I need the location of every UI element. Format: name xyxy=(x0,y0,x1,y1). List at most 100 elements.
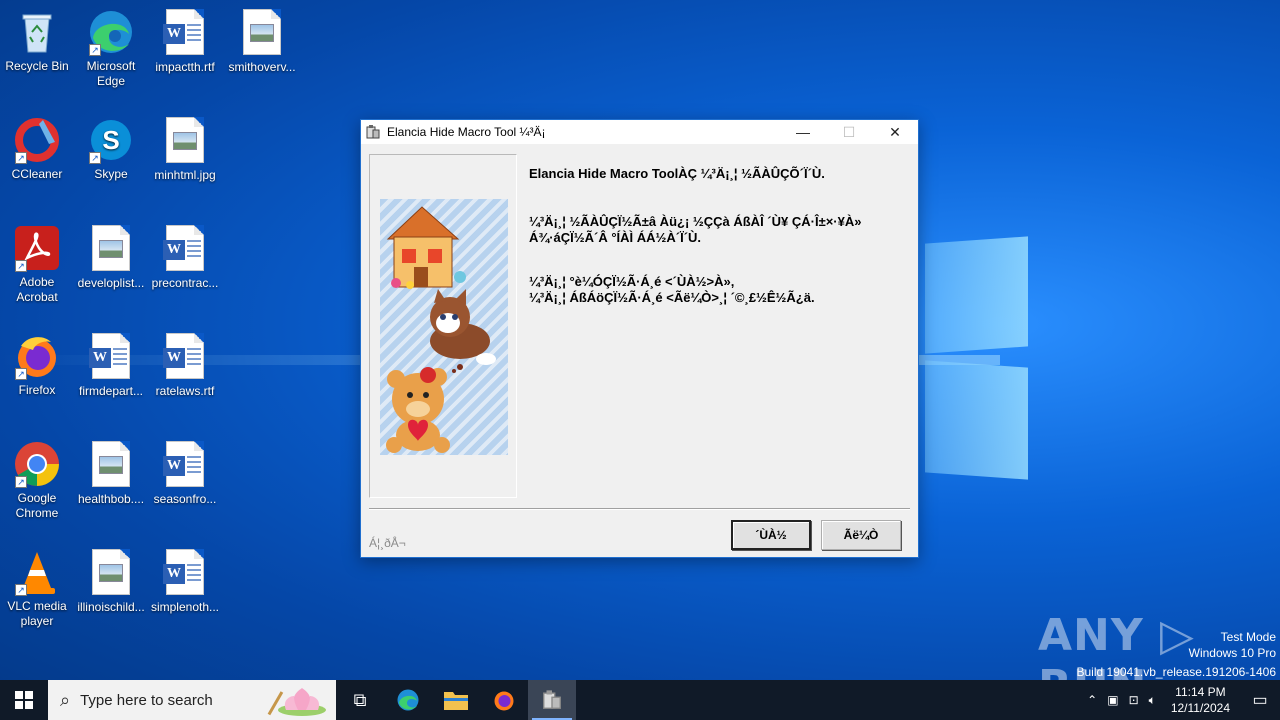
taskbar-edge[interactable] xyxy=(384,680,432,720)
network-icon[interactable]: ⊡ xyxy=(1124,693,1144,707)
windows-edition-label: Windows 10 Pro xyxy=(1188,646,1276,660)
desktop-icon-label: VLC media player xyxy=(7,599,67,628)
search-placeholder: Type here to search xyxy=(80,691,213,709)
chrome-icon: ↗ xyxy=(13,440,61,488)
dialog-titlebar[interactable]: Elancia Hide Macro Tool ¼³Ä¡ — ☐ ✕ xyxy=(361,120,918,144)
dialog-title: Elancia Hide Macro Tool ¼³Ä¡ xyxy=(387,125,546,139)
maximize-button[interactable]: ☐ xyxy=(826,120,872,144)
desktop-icon-label: precontrac... xyxy=(151,276,219,290)
system-tray: ⌃ ▣ ⊡ 🔈︎ 11:14 PM 12/11/2024 ▭ xyxy=(1082,680,1280,720)
word-document-icon: W xyxy=(161,333,209,381)
taskbar: ⌕ Type here to search ⧉ ⌃ ▣ ⊡ 🔈︎ 11:14 P… xyxy=(0,680,1280,720)
desktop-icon-file[interactable]: W firmdepart... xyxy=(74,332,148,399)
build-label: Build 19041.vb_release.191206-1406 xyxy=(1076,665,1277,679)
desktop-icon-label: CCleaner xyxy=(11,167,63,181)
next-button[interactable]: ´ÙÀ½ xyxy=(731,520,811,550)
desktop-icon-file[interactable]: healthbob.... xyxy=(74,440,148,507)
task-view-button[interactable]: ⧉ xyxy=(336,680,384,720)
volume-icon[interactable]: 🔈︎ xyxy=(1144,693,1161,708)
continue-text: ¼³Ä¡¸¦ °è¼ÓÇÏ½Ã·Á¸é <´ÙÀ½>À», ¼³Ä¡¸¦ ÁßÁ… xyxy=(529,274,815,305)
image-file-icon xyxy=(161,117,209,165)
dialog-separator xyxy=(369,508,910,510)
desktop-icon-file[interactable]: smithoverv... xyxy=(225,8,299,75)
image-file-icon xyxy=(238,9,286,57)
device-icon[interactable]: ▣ xyxy=(1102,693,1123,707)
welcome-heading: Elancia Hide Macro ToolÀÇ ¼³Ä¡¸¦ ½ÃÀÛÇÕ´… xyxy=(529,166,825,181)
desktop-icon-microsoft-edge[interactable]: ↗ Microsoft Edge xyxy=(74,8,148,89)
desktop-icon-file[interactable]: illinoischild... xyxy=(74,548,148,615)
word-document-icon: W xyxy=(87,333,135,381)
firefox-icon: ↗ xyxy=(13,332,61,380)
minimize-button[interactable]: — xyxy=(780,120,826,144)
cancel-button[interactable]: Ãë¼Ò xyxy=(821,520,901,550)
instruction-text: ¼³Ä¡¸¦ ½ÃÀÛÇÏ½Ã±â Àü¿¡ ½ÇÇà ÁßÀÎ ´Ù¥ ÇÁ·… xyxy=(529,214,862,245)
installer-icon xyxy=(543,690,561,709)
desktop-icon-vlc[interactable]: ↗ VLC media player xyxy=(0,548,74,629)
desktop-icon-label: firmdepart... xyxy=(78,384,144,398)
word-document-icon: W xyxy=(161,549,209,597)
image-file-icon xyxy=(87,549,135,597)
word-document-icon: W xyxy=(161,441,209,489)
desktop-icon-label: smithoverv... xyxy=(228,60,296,74)
desktop-icon-adobe-acrobat[interactable]: ↗ Adobe Acrobat xyxy=(0,224,74,305)
ccleaner-icon: ↗ xyxy=(13,116,61,164)
search-icon: ⌕ xyxy=(60,689,71,710)
installer-app-icon xyxy=(365,124,381,140)
task-view-icon: ⧉ xyxy=(353,689,367,710)
footer-brand-label: Á¦¸ðÅ¬ xyxy=(369,536,406,550)
image-file-icon xyxy=(87,441,135,489)
desktop-icon-label: Recycle Bin xyxy=(5,59,69,73)
clock[interactable]: 11:14 PM 12/11/2024 xyxy=(1161,684,1240,716)
taskbar-firefox[interactable] xyxy=(480,680,528,720)
adobe-acrobat-icon: ↗ xyxy=(13,224,61,272)
windows-start-icon xyxy=(15,691,33,709)
clock-time: 11:14 PM xyxy=(1175,685,1226,699)
taskbar-search-box[interactable]: ⌕ Type here to search xyxy=(48,680,336,720)
desktop-icon-label: impactth.rtf xyxy=(155,60,215,74)
desktop-icon-label: Google Chrome xyxy=(15,491,59,520)
desktop-icon-label: minhtml.jpg xyxy=(154,168,216,182)
windows-logo-wallpaper xyxy=(905,236,1030,480)
edge-icon xyxy=(397,689,419,711)
desktop-icon-file[interactable]: minhtml.jpg xyxy=(148,116,222,183)
close-button[interactable]: ✕ xyxy=(872,120,918,144)
desktop-icon-label: simplenoth... xyxy=(150,600,220,614)
desktop-icon-firefox[interactable]: ↗ Firefox xyxy=(0,332,74,398)
desktop-icon-file[interactable]: W precontrac... xyxy=(148,224,222,291)
desktop-icon-recycle-bin[interactable]: Recycle Bin xyxy=(0,8,74,74)
image-file-icon xyxy=(87,225,135,273)
desktop-icon-label: healthbob.... xyxy=(77,492,145,506)
word-document-icon: W xyxy=(161,225,209,273)
desktop-icon-label: ratelaws.rtf xyxy=(155,384,215,398)
recycle-bin-icon xyxy=(13,8,61,56)
desktop-icon-file[interactable]: developlist... xyxy=(74,224,148,291)
taskbar-installer[interactable] xyxy=(528,680,576,720)
desktop-icon-file[interactable]: W simplenoth... xyxy=(148,548,222,615)
desktop-icon-label: Skype xyxy=(94,167,128,181)
notification-icon[interactable]: ▭ xyxy=(1240,680,1280,720)
vlc-icon: ↗ xyxy=(13,548,61,596)
word-document-icon: W xyxy=(161,9,209,57)
test-mode-label: Test Mode xyxy=(1220,630,1276,644)
installer-dialog: Elancia Hide Macro Tool ¼³Ä¡ — ☐ ✕ Elanc… xyxy=(360,119,919,558)
desktop-icon-file[interactable]: W ratelaws.rtf xyxy=(148,332,222,399)
desktop-icon-skype[interactable]: S ↗ Skype xyxy=(74,116,148,182)
start-button[interactable] xyxy=(0,680,48,720)
desktop-icon-label: illinoischild... xyxy=(77,600,145,614)
desktop-icon-file[interactable]: W impactth.rtf xyxy=(148,8,222,75)
skype-icon: S ↗ xyxy=(87,116,135,164)
taskbar-file-explorer[interactable] xyxy=(432,680,480,720)
desktop-icon-label: Adobe Acrobat xyxy=(16,275,58,304)
desktop-icon-label: Firefox xyxy=(18,383,56,397)
folder-icon xyxy=(444,692,468,710)
clock-date: 12/11/2024 xyxy=(1170,701,1230,715)
firefox-icon xyxy=(494,691,514,711)
svg-text:S: S xyxy=(102,125,119,155)
chevron-up-icon[interactable]: ⌃ xyxy=(1082,693,1102,707)
desktop-icon-ccleaner[interactable]: ↗ CCleaner xyxy=(0,116,74,182)
desktop-icon-label: Microsoft Edge xyxy=(86,59,136,88)
search-highlight-icon xyxy=(260,684,330,720)
desktop-icon-file[interactable]: W seasonfro... xyxy=(148,440,222,507)
desktop-icon-google-chrome[interactable]: ↗ Google Chrome xyxy=(0,440,74,521)
desktop-icon-label: seasonfro... xyxy=(153,492,217,506)
